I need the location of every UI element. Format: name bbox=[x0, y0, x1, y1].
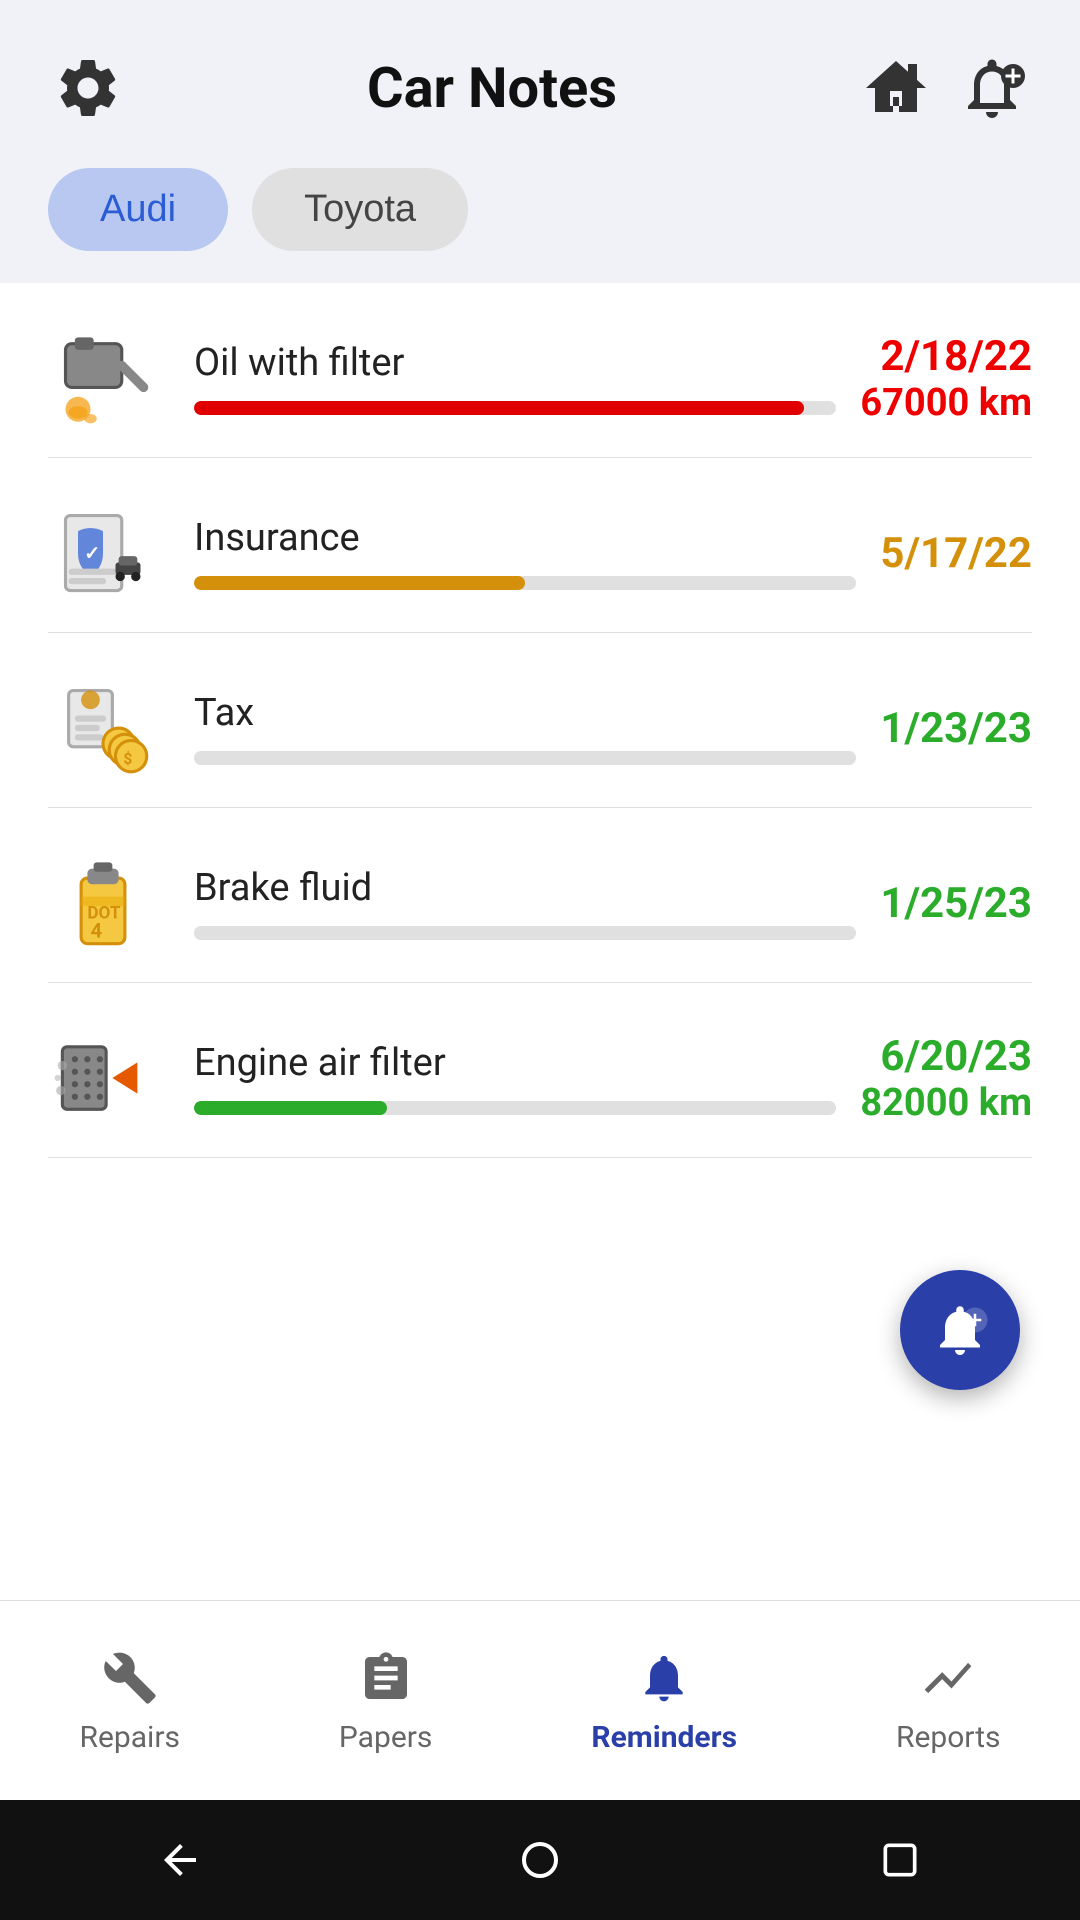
bell-active-icon bbox=[632, 1646, 696, 1710]
chart-icon bbox=[916, 1646, 980, 1710]
reminder-item-brake[interactable]: DOT 4 Brake fluid 1/25/23 bbox=[48, 808, 1032, 983]
reminder-date-brake: 1/25/23 bbox=[880, 879, 1032, 928]
reminder-date-text-brake: 1/25/23 bbox=[880, 879, 1032, 928]
oil-icon bbox=[48, 323, 158, 433]
reminder-name-brake: Brake fluid bbox=[194, 866, 856, 910]
reminder-name-insurance: Insurance bbox=[194, 516, 856, 560]
home-button[interactable] bbox=[510, 1830, 570, 1890]
reminder-content-brake: Brake fluid bbox=[194, 866, 856, 940]
tab-audi[interactable]: Audi bbox=[48, 168, 228, 251]
nav-reminders[interactable]: Reminders bbox=[559, 1630, 769, 1771]
tax-icon: $ bbox=[48, 673, 158, 783]
reminder-date-text-oil: 2/18/22 bbox=[860, 332, 1032, 381]
settings-icon[interactable] bbox=[48, 48, 128, 128]
add-reminder-fab[interactable] bbox=[900, 1270, 1020, 1390]
reminder-date-text-insurance: 5/17/22 bbox=[880, 529, 1032, 578]
car-tabs: Audi Toyota bbox=[0, 152, 1080, 283]
tab-toyota[interactable]: Toyota bbox=[252, 168, 468, 251]
nav-repairs-label: Repairs bbox=[79, 1720, 180, 1755]
nav-papers-label: Papers bbox=[339, 1720, 433, 1755]
bottom-nav: Repairs Papers Reminders Reports bbox=[0, 1600, 1080, 1800]
app-title: Car Notes bbox=[128, 55, 856, 121]
reminder-item-airfilter[interactable]: Engine air filter 6/20/23 82000 km bbox=[48, 983, 1032, 1158]
system-bar bbox=[0, 1800, 1080, 1920]
airfilter-icon bbox=[48, 1023, 158, 1133]
reminder-date-insurance: 5/17/22 bbox=[880, 529, 1032, 578]
header: Car Notes bbox=[0, 0, 1080, 152]
clipboard-icon bbox=[354, 1646, 418, 1710]
nav-repairs[interactable]: Repairs bbox=[47, 1630, 212, 1771]
reminder-content-oil: Oil with filter bbox=[194, 341, 836, 415]
reminders-list: Oil with filter 2/18/22 67000 km ✓ bbox=[0, 283, 1080, 1600]
reminder-content-airfilter: Engine air filter bbox=[194, 1041, 836, 1115]
wrench-icon bbox=[98, 1646, 162, 1710]
reminder-content-insurance: Insurance bbox=[194, 516, 856, 590]
insurance-icon: ✓ bbox=[48, 498, 158, 608]
reminder-content-tax: Tax bbox=[194, 691, 856, 765]
header-right-icons bbox=[856, 48, 1032, 128]
reminder-date-text-tax: 1/23/23 bbox=[880, 704, 1032, 753]
nav-reports[interactable]: Reports bbox=[864, 1630, 1033, 1771]
garage-icon[interactable] bbox=[856, 48, 936, 128]
reminder-date-text-airfilter: 6/20/23 bbox=[860, 1032, 1032, 1081]
recents-button[interactable] bbox=[870, 1830, 930, 1890]
reminder-item-oil[interactable]: Oil with filter 2/18/22 67000 km bbox=[48, 283, 1032, 458]
reminder-date-oil: 2/18/22 67000 km bbox=[860, 332, 1032, 425]
reminder-km-text-airfilter: 82000 km bbox=[860, 1081, 1032, 1125]
nav-papers[interactable]: Papers bbox=[307, 1630, 465, 1771]
reminder-name-airfilter: Engine air filter bbox=[194, 1041, 836, 1085]
reminder-item-insurance[interactable]: ✓ Insurance 5/17/22 bbox=[48, 458, 1032, 633]
nav-reminders-label: Reminders bbox=[591, 1720, 737, 1755]
add-notification-icon[interactable] bbox=[952, 48, 1032, 128]
reminder-km-text-oil: 67000 km bbox=[860, 381, 1032, 425]
reminder-date-airfilter: 6/20/23 82000 km bbox=[860, 1032, 1032, 1125]
nav-reports-label: Reports bbox=[896, 1720, 1001, 1755]
reminder-item-tax[interactable]: $ Tax 1/23/23 bbox=[48, 633, 1032, 808]
main-content: Oil with filter 2/18/22 67000 km ✓ bbox=[0, 283, 1080, 1600]
svg-text:$: $ bbox=[123, 750, 132, 768]
svg-text:✓: ✓ bbox=[84, 542, 100, 564]
brake-icon: DOT 4 bbox=[48, 848, 158, 958]
back-button[interactable] bbox=[150, 1830, 210, 1890]
reminder-name-tax: Tax bbox=[194, 691, 856, 735]
svg-text:4: 4 bbox=[91, 918, 103, 942]
reminder-name-oil: Oil with filter bbox=[194, 341, 836, 385]
reminder-date-tax: 1/23/23 bbox=[880, 704, 1032, 753]
